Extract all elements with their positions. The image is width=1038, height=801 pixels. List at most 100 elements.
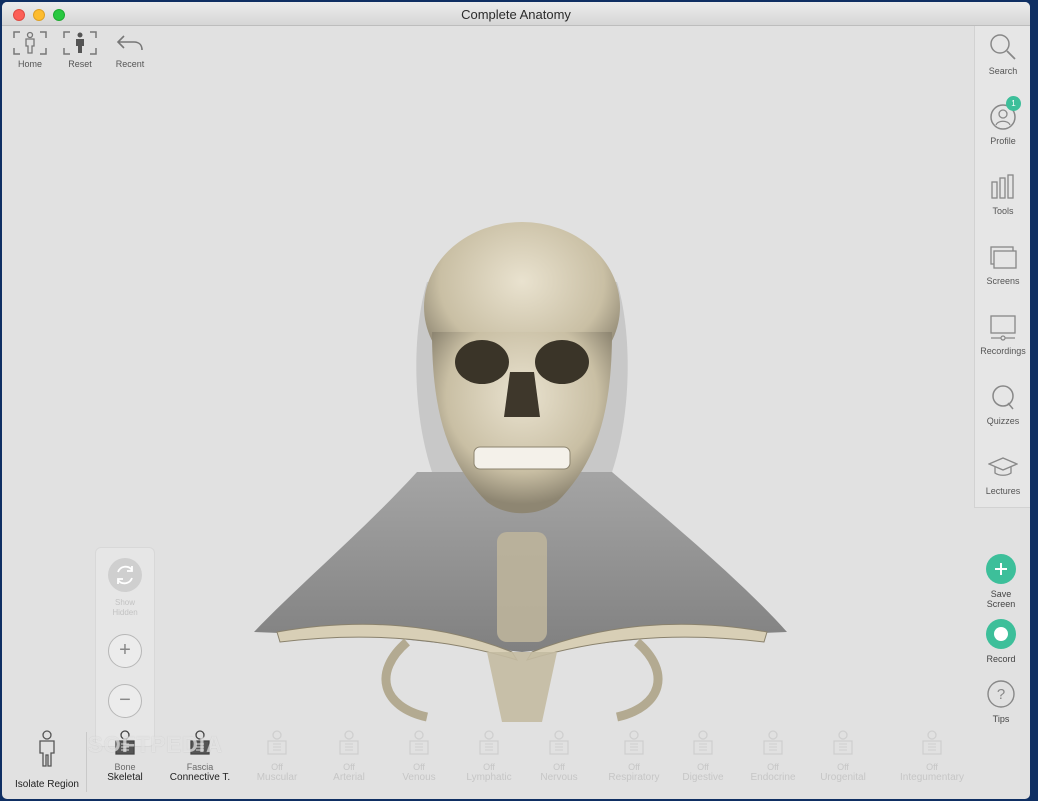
system-name-label: Digestive [682, 772, 724, 783]
system-arterial-button[interactable]: Off Arterial [314, 730, 384, 784]
record-dot-icon [994, 627, 1008, 641]
system-name-label: Urogenital [820, 772, 866, 783]
system-digestive-button[interactable]: Off Digestive [668, 730, 738, 784]
left-orbit-shape [455, 340, 509, 384]
question-mark-icon: ? [987, 680, 1015, 708]
recent-button[interactable]: Recent [108, 30, 152, 69]
teeth-shape [473, 446, 571, 470]
search-label: Search [988, 66, 1018, 76]
tools-label: Tools [992, 206, 1014, 216]
system-name-label: Lymphatic [466, 772, 512, 783]
reset-button[interactable]: Reset [58, 30, 102, 69]
quizzes-button[interactable]: Quizzes [975, 382, 1030, 426]
recordings-icon [990, 315, 1016, 341]
system-state-label: Off [837, 762, 849, 772]
recordings-label: Recordings [980, 346, 1026, 356]
save-screen-label: Save Screen [978, 589, 1024, 609]
tips-button[interactable]: ? [986, 679, 1016, 709]
system-name-label: Skeletal [107, 772, 143, 783]
system-figure-icon [549, 730, 569, 755]
save-screen-label-line2: Screen [986, 599, 1016, 609]
system-muscular-button[interactable]: Off Muscular [242, 730, 312, 784]
system-nervous-button[interactable]: Off Nervous [524, 730, 594, 784]
system-name-label: Venous [402, 772, 436, 783]
isolate-region-label: Isolate Region [15, 779, 79, 790]
recent-label: Recent [115, 59, 145, 69]
system-figure-icon [693, 730, 713, 755]
tools-icon [991, 174, 1014, 199]
plus-icon [995, 563, 1007, 575]
system-lymphatic-button[interactable]: Off Lymphatic [454, 730, 524, 784]
sternum-shape [487, 652, 557, 722]
show-hidden-button[interactable] [108, 558, 142, 592]
refresh-icon [117, 565, 133, 585]
lectures-label: Lectures [985, 486, 1021, 496]
zoom-panel: Show Hidden + − [95, 547, 155, 747]
system-state-label: Off [767, 762, 779, 772]
system-figure-icon [409, 730, 429, 755]
system-name-label: Arterial [333, 772, 365, 783]
screens-label: Screens [986, 276, 1020, 286]
anatomy-3d-viewport[interactable] [242, 212, 802, 732]
system-state-label: Off [343, 762, 355, 772]
zoom-in-button[interactable]: + [108, 634, 142, 668]
save-screen-label-line1: Save [990, 589, 1012, 599]
recordings-button[interactable]: Recordings [975, 312, 1030, 356]
profile-notification-badge: 1 [1006, 96, 1021, 111]
system-name-label: Muscular [256, 772, 298, 783]
save-screen-button[interactable] [986, 554, 1016, 584]
search-button[interactable]: Search [975, 32, 1030, 76]
nasal-cavity-shape [504, 372, 540, 417]
show-hidden-label-line1: Show [114, 598, 135, 607]
body-figure-icon [39, 730, 55, 767]
show-hidden-label: Show Hidden [96, 598, 154, 618]
system-endocrine-button[interactable]: Off Endocrine [738, 730, 808, 784]
search-icon [990, 34, 1016, 60]
system-figure-icon [479, 730, 499, 755]
left-rib-shape [381, 638, 429, 722]
system-figure-icon [339, 730, 359, 755]
title-bar: Complete Anatomy [2, 2, 1030, 26]
system-integumentary-button[interactable]: Off Integumentary [890, 730, 974, 784]
system-venous-button[interactable]: Off Venous [384, 730, 454, 784]
svg-text:?: ? [997, 686, 1005, 703]
system-urogenital-button[interactable]: Off Urogenital [808, 730, 878, 784]
lectures-button[interactable]: Lectures [975, 452, 1030, 496]
profile-button[interactable]: 1 Profile [975, 96, 1030, 146]
app-window: Complete Anatomy Home Reset Recent Searc… [2, 2, 1030, 799]
system-state-label: Off [483, 762, 495, 772]
system-name-label: Nervous [540, 772, 578, 783]
tools-button[interactable]: Tools [975, 172, 1030, 216]
home-figure-icon [13, 31, 47, 55]
system-name-label: Connective T. [169, 772, 231, 783]
screens-button[interactable]: Screens [975, 242, 1030, 286]
home-button[interactable]: Home [8, 30, 52, 69]
tips-label: Tips [992, 714, 1010, 724]
system-figure-icon [833, 730, 853, 755]
undo-arrow-icon [116, 35, 143, 51]
right-orbit-shape [535, 340, 589, 384]
system-state-label: Off [697, 762, 709, 772]
cervical-spine-shape [497, 532, 547, 642]
system-figure-icon [922, 730, 942, 755]
system-name-label: Integumentary [900, 772, 964, 783]
reset-label: Reset [68, 59, 92, 69]
show-hidden-label-line2: Hidden [112, 608, 138, 617]
graduation-cap-icon [988, 457, 1018, 476]
record-label: Record [986, 654, 1016, 664]
system-state-label: Off [926, 762, 938, 772]
profile-label: Profile [990, 136, 1016, 146]
reset-figure-icon [63, 31, 97, 55]
zoom-out-button[interactable]: − [108, 684, 142, 718]
system-name-label: Endocrine [750, 772, 796, 783]
window-title: Complete Anatomy [461, 7, 571, 22]
right-rib-shape [615, 638, 663, 722]
isolate-region-button[interactable]: Isolate Region [8, 730, 86, 790]
right-sidebar: Search 1 Profile Tools Screens Recording… [974, 26, 1030, 508]
system-respiratory-button[interactable]: Off Respiratory [596, 730, 672, 784]
record-button[interactable] [986, 619, 1016, 649]
system-state-label: Bone [114, 762, 136, 772]
system-name-label: Respiratory [608, 772, 660, 783]
system-state-label: Off [628, 762, 640, 772]
system-state-label: Off [413, 762, 425, 772]
